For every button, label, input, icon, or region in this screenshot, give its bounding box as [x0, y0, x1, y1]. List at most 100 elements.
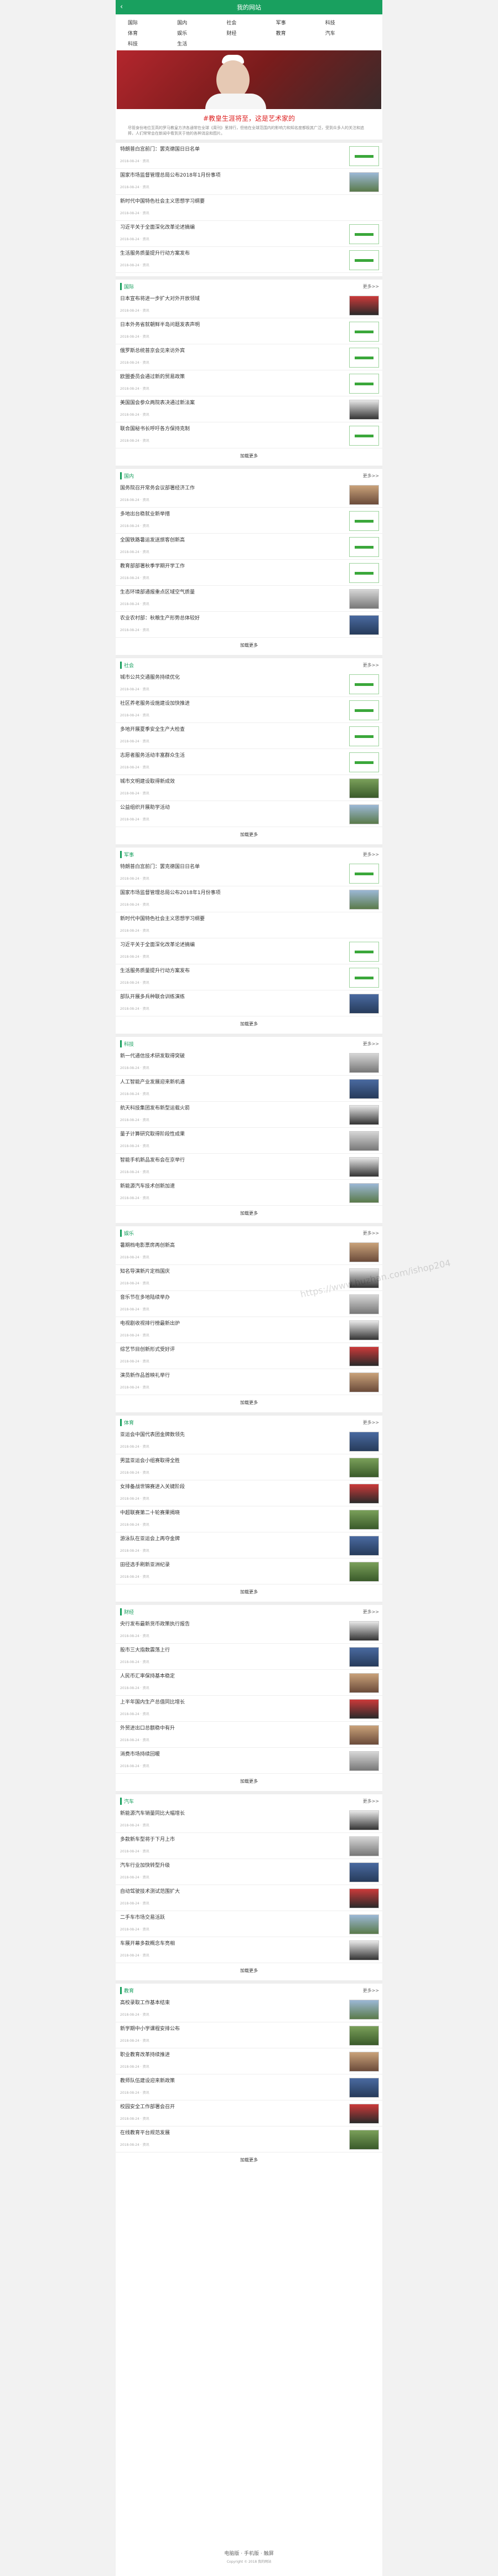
load-more-button[interactable]: 加载更多: [116, 1584, 382, 1598]
news-item[interactable]: 车展开幕多款概念车亮相 2018-08-24 · 资讯: [116, 1937, 382, 1963]
more-link[interactable]: 更多>>: [363, 1798, 379, 1804]
news-title[interactable]: 高校录取工作基本结束: [120, 2000, 346, 2006]
news-thumbnail[interactable]: [349, 778, 379, 798]
news-item[interactable]: 暑期档电影票房再创新高 2018-08-24 · 资讯: [116, 1239, 382, 1265]
nav-item[interactable]: 财经: [226, 29, 276, 37]
news-item[interactable]: 城市文明建设取得新成效 2018-08-24 · 资讯: [116, 775, 382, 801]
news-item[interactable]: 自动驾驶技术测试范围扩大 2018-08-24 · 资讯: [116, 1885, 382, 1911]
news-thumbnail[interactable]: [349, 537, 379, 557]
news-title[interactable]: 日本外务省就朝鲜半岛问题发表声明: [120, 322, 346, 328]
more-link[interactable]: 更多>>: [363, 851, 379, 858]
news-title[interactable]: 消费市场持续回暖: [120, 1751, 346, 1758]
news-thumbnail[interactable]: [349, 1862, 379, 1882]
news-title[interactable]: 城市公共交通服务持续优化: [120, 674, 346, 681]
news-title[interactable]: 社区养老服务设施建设加快推进: [120, 700, 346, 707]
news-item[interactable]: 农业农村部：秋粮生产形势总体较好 2018-08-24 · 资讯: [116, 612, 382, 638]
news-thumbnail[interactable]: [349, 1484, 379, 1504]
more-link[interactable]: 更多>>: [363, 662, 379, 668]
news-title[interactable]: 公益组织开展助学活动: [120, 804, 346, 811]
news-title[interactable]: 新时代中国特色社会主义思想学习纲要: [120, 198, 379, 205]
load-more-button[interactable]: 加载更多: [116, 1395, 382, 1409]
hero-headline[interactable]: #教皇生涯将至，这是艺术家的: [116, 109, 382, 125]
news-item[interactable]: 新时代中国特色社会主义思想学习纲要 2018-08-24 · 资讯: [116, 195, 382, 221]
news-thumbnail[interactable]: [349, 615, 379, 635]
news-item[interactable]: 生活服务质量提升行动方案发布 2018-08-24 · 资讯: [116, 964, 382, 990]
news-thumbnail[interactable]: [349, 1940, 379, 1960]
nav-item[interactable]: 科技: [128, 40, 177, 47]
news-thumbnail[interactable]: [349, 1621, 379, 1641]
news-thumbnail[interactable]: [349, 1510, 379, 1530]
news-item[interactable]: 中超联赛第二十轮赛果揭晓 2018-08-24 · 资讯: [116, 1506, 382, 1532]
news-thumbnail[interactable]: [349, 2026, 379, 2046]
news-thumbnail[interactable]: [349, 348, 379, 368]
news-title[interactable]: 新学期中小学课程安排公布: [120, 2026, 346, 2032]
news-title[interactable]: 亚运会中国代表团金牌数领先: [120, 1432, 346, 1438]
more-link[interactable]: 更多>>: [363, 1230, 379, 1236]
news-thumbnail[interactable]: [349, 1157, 379, 1177]
news-item[interactable]: 职业教育改革持续推进 2018-08-24 · 资讯: [116, 2048, 382, 2074]
news-item[interactable]: 女排备战世锦赛进入关键阶段 2018-08-24 · 资讯: [116, 1480, 382, 1506]
news-thumbnail[interactable]: [349, 400, 379, 420]
news-item[interactable]: 国家市场监督管理总局公布2018年1月份事项 2018-08-24 · 资讯: [116, 169, 382, 195]
news-title[interactable]: 习近平关于全面深化改革论述摘编: [120, 224, 346, 231]
more-link[interactable]: 更多>>: [363, 1609, 379, 1615]
news-title[interactable]: 新能源汽车技术创新加速: [120, 1183, 346, 1190]
news-title[interactable]: 田径选手刷新亚洲纪录: [120, 1562, 346, 1568]
news-thumbnail[interactable]: [349, 726, 379, 746]
news-thumbnail[interactable]: [349, 1751, 379, 1771]
news-item[interactable]: 多地开展夏季安全生产大检查 2018-08-24 · 资讯: [116, 723, 382, 749]
nav-item[interactable]: 教育: [276, 29, 325, 37]
news-item[interactable]: 联合国秘书长呼吁各方保持克制 2018-08-24 · 资讯: [116, 422, 382, 448]
news-item[interactable]: 城市公共交通服务持续优化 2018-08-24 · 资讯: [116, 671, 382, 697]
news-item[interactable]: 生活服务质量提升行动方案发布 2018-08-24 · 资讯: [116, 247, 382, 273]
news-title[interactable]: 二手车市场交易活跃: [120, 1914, 346, 1921]
news-thumbnail[interactable]: [349, 1888, 379, 1908]
more-link[interactable]: 更多>>: [363, 1419, 379, 1426]
news-item[interactable]: 社区养老服务设施建设加快推进 2018-08-24 · 资讯: [116, 697, 382, 723]
news-thumbnail[interactable]: [349, 674, 379, 694]
news-title[interactable]: 多地开展夏季安全生产大检查: [120, 726, 346, 733]
more-link[interactable]: 更多>>: [363, 1988, 379, 1994]
news-thumbnail[interactable]: [349, 1810, 379, 1830]
news-item[interactable]: 演员新作品首映礼举行 2018-08-24 · 资讯: [116, 1369, 382, 1395]
news-thumbnail[interactable]: [349, 2078, 379, 2098]
news-thumbnail[interactable]: [349, 1131, 379, 1151]
news-item[interactable]: 航天科技集团发布新型运载火箭 2018-08-24 · 资讯: [116, 1102, 382, 1128]
news-thumbnail[interactable]: [349, 1320, 379, 1340]
news-item[interactable]: 上半年国内生产总值同比增长 2018-08-24 · 资讯: [116, 1696, 382, 1722]
news-thumbnail[interactable]: [349, 1536, 379, 1556]
news-item[interactable]: 人工智能产业发展迎来新机遇 2018-08-24 · 资讯: [116, 1076, 382, 1102]
news-title[interactable]: 电视剧收视排行榜最新出炉: [120, 1320, 346, 1327]
news-item[interactable]: 俄罗斯总统普京会见来访外宾 2018-08-24 · 资讯: [116, 344, 382, 370]
news-item[interactable]: 公益组织开展助学活动 2018-08-24 · 资讯: [116, 801, 382, 827]
news-thumbnail[interactable]: [349, 172, 379, 192]
news-item[interactable]: 二手车市场交易活跃 2018-08-24 · 资讯: [116, 1911, 382, 1937]
news-title[interactable]: 女排备战世锦赛进入关键阶段: [120, 1484, 346, 1490]
news-title[interactable]: 特朗普白宫前门：罢克德国日日名单: [120, 864, 346, 870]
news-title[interactable]: 美国国会参众两院表决通过新法案: [120, 400, 346, 406]
news-item[interactable]: 教师队伍建设迎来新政策 2018-08-24 · 资讯: [116, 2074, 382, 2100]
news-thumbnail[interactable]: [349, 511, 379, 531]
news-title[interactable]: 在线教育平台规范发展: [120, 2130, 346, 2136]
news-title[interactable]: 汽车行业加快转型升级: [120, 1862, 346, 1869]
news-title[interactable]: 联合国秘书长呼吁各方保持克制: [120, 426, 346, 432]
news-item[interactable]: 在线教育平台规范发展 2018-08-24 · 资讯: [116, 2126, 382, 2152]
news-item[interactable]: 外贸进出口总额稳中有升 2018-08-24 · 资讯: [116, 1722, 382, 1748]
news-item[interactable]: 美国国会参众两院表决通过新法案 2018-08-24 · 资讯: [116, 396, 382, 422]
news-title[interactable]: 生活服务质量提升行动方案发布: [120, 968, 346, 974]
nav-item[interactable]: 体育: [128, 29, 177, 37]
news-title[interactable]: 新能源汽车销量同比大幅增长: [120, 1810, 346, 1817]
news-title[interactable]: 校园安全工作部署会召开: [120, 2104, 346, 2110]
news-item[interactable]: 多地出台稳就业新举措 2018-08-24 · 资讯: [116, 508, 382, 534]
news-item[interactable]: 量子计算研究取得阶段性成果 2018-08-24 · 资讯: [116, 1128, 382, 1154]
news-item[interactable]: 央行发布最新货币政策执行报告 2018-08-24 · 资讯: [116, 1618, 382, 1644]
nav-item[interactable]: 娱乐: [177, 29, 226, 37]
news-title[interactable]: 暑期档电影票房再创新高: [120, 1242, 346, 1249]
news-item[interactable]: 游泳队在亚运会上再夺金牌 2018-08-24 · 资讯: [116, 1532, 382, 1558]
news-item[interactable]: 新一代通信技术研发取得突破 2018-08-24 · 资讯: [116, 1050, 382, 1076]
news-thumbnail[interactable]: [349, 1836, 379, 1856]
news-thumbnail[interactable]: [349, 250, 379, 270]
nav-item[interactable]: 社会: [226, 19, 276, 26]
news-item[interactable]: 智能手机新品发布会在京举行 2018-08-24 · 资讯: [116, 1154, 382, 1180]
nav-item[interactable]: 国际: [128, 19, 177, 26]
